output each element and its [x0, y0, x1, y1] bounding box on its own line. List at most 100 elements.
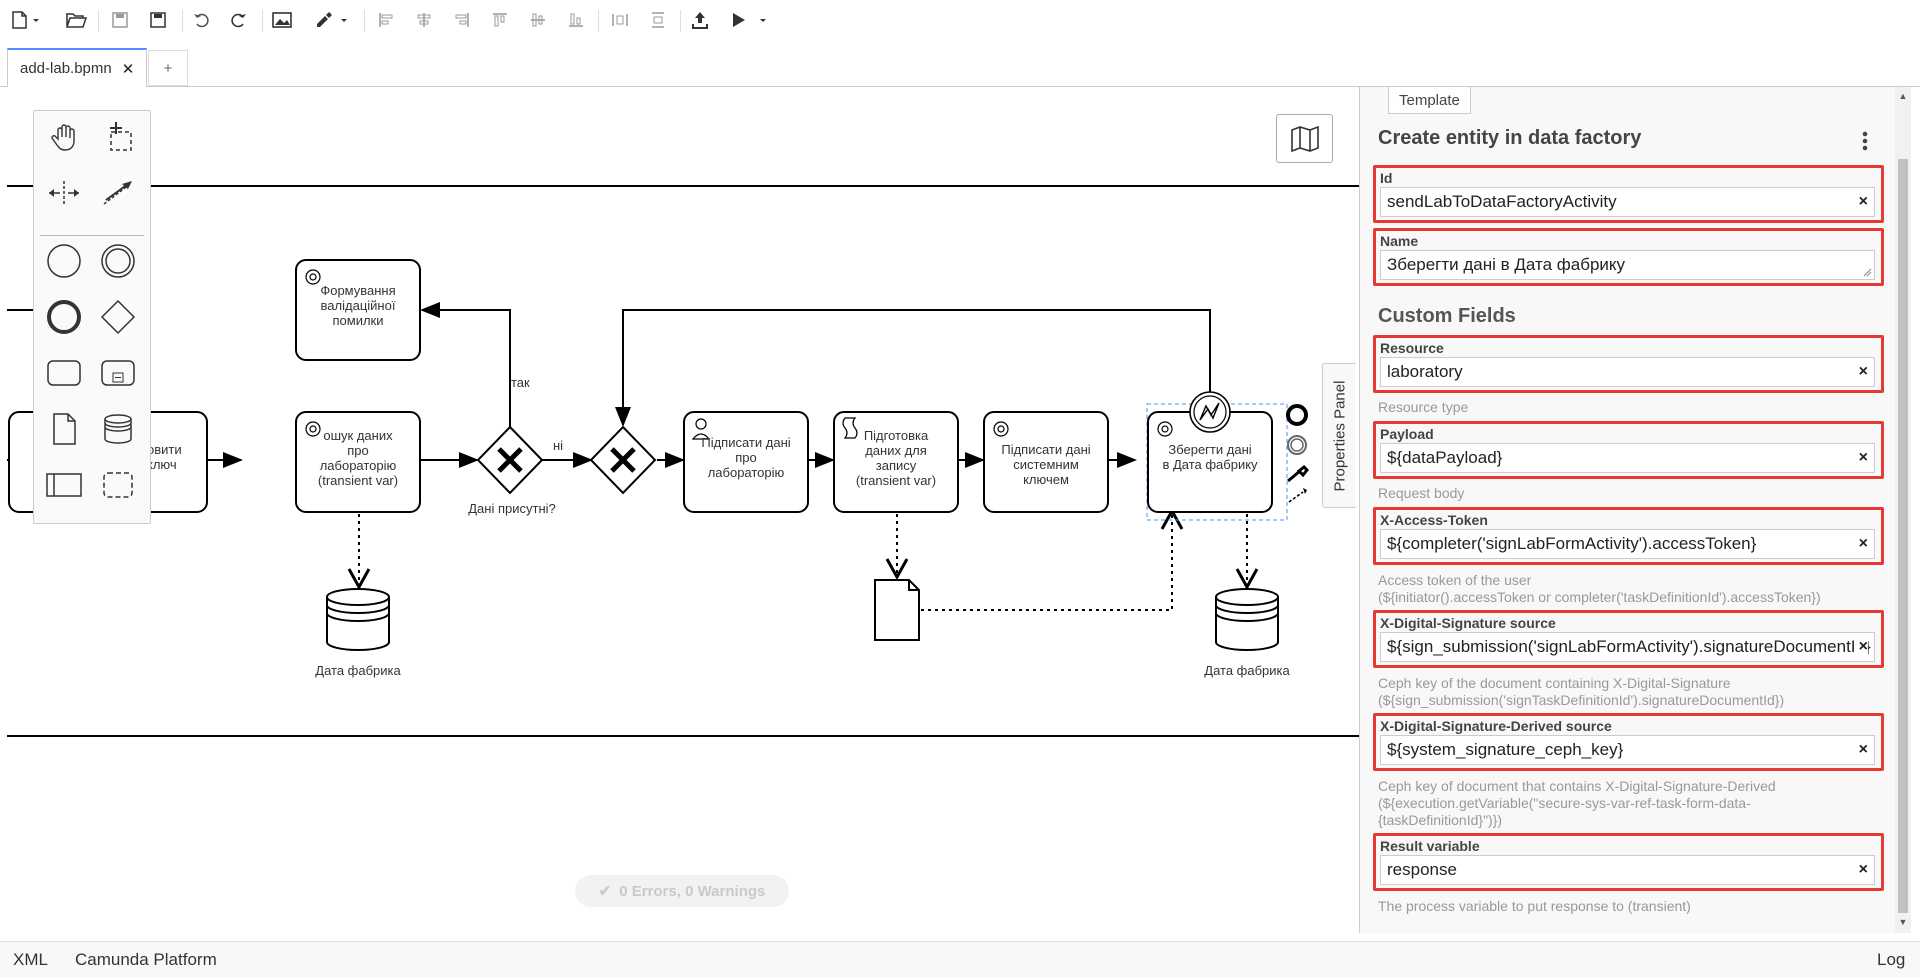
payload-value: ${dataPayload}: [1387, 448, 1503, 467]
task-label-save-data: Зберегти дані в Дата фабрику: [1162, 442, 1258, 472]
task-label-left-cut: овити ключ: [147, 442, 182, 472]
clear-icon[interactable]: ×: [1859, 736, 1868, 764]
tab-template[interactable]: Template: [1388, 87, 1471, 114]
payload-description: Request body: [1378, 485, 1465, 501]
new-file-icon[interactable]: [8, 6, 44, 34]
clear-icon[interactable]: ×: [1859, 530, 1868, 558]
name-label: Name: [1380, 233, 1419, 249]
gateway-icon[interactable]: [98, 297, 138, 337]
linting-status[interactable]: ✔ 0 Errors, 0 Warnings: [575, 875, 789, 907]
clear-icon[interactable]: ×: [1859, 188, 1868, 216]
diagram-svg: [7, 185, 1359, 737]
scrollbar-thumb[interactable]: [1898, 159, 1908, 913]
clear-icon[interactable]: ×: [1859, 358, 1868, 386]
custom-fields-title: Custom Fields: [1378, 305, 1516, 327]
platform-label[interactable]: Camunda Platform: [75, 950, 217, 970]
pool-icon[interactable]: [44, 465, 84, 505]
add-tab-button[interactable]: +: [148, 50, 188, 86]
data-store-icon[interactable]: [98, 409, 138, 449]
access-token-description: Access token of the user (${initiator().…: [1378, 572, 1821, 605]
start-event-icon[interactable]: [44, 241, 84, 281]
toolbar: [0, 0, 1920, 40]
export-image-icon[interactable]: [268, 6, 296, 34]
resize-handle-icon[interactable]: [1863, 268, 1872, 277]
resource-field: Resource laboratory ×: [1373, 335, 1884, 393]
distribute-horizontal-icon[interactable]: [606, 6, 634, 34]
id-field: Id sendLabToDataFactoryActivity ×: [1373, 165, 1884, 223]
payload-input[interactable]: ${dataPayload} ×: [1380, 443, 1875, 473]
xml-button[interactable]: XML: [13, 950, 48, 970]
global-connect-tool-icon[interactable]: [98, 173, 138, 213]
properties-panel-toggle[interactable]: Properties Panel: [1322, 363, 1356, 508]
log-button[interactable]: Log: [1877, 950, 1905, 970]
id-label: Id: [1380, 170, 1393, 186]
intermediate-event-icon[interactable]: [98, 241, 138, 281]
resource-input[interactable]: laboratory ×: [1380, 357, 1875, 387]
save-as-icon[interactable]: [144, 6, 172, 34]
hand-tool-icon[interactable]: [44, 117, 84, 157]
name-textarea[interactable]: Зберегти дані в Дата фабрику: [1380, 250, 1875, 280]
result-variable-field: Result variable response ×: [1373, 833, 1884, 891]
minimap-button[interactable]: [1276, 114, 1333, 163]
map-icon: [1290, 125, 1319, 152]
clear-icon[interactable]: ×: [1854, 633, 1868, 661]
space-tool-icon[interactable]: [44, 173, 84, 213]
id-value: sendLabToDataFactoryActivity: [1387, 192, 1617, 211]
lasso-tool-icon[interactable]: [98, 117, 138, 157]
datastore-label-left: Дата фабрика: [315, 663, 401, 678]
align-bottom-icon[interactable]: [562, 6, 590, 34]
color-brush-icon[interactable]: [312, 6, 352, 34]
align-center-icon[interactable]: [410, 6, 438, 34]
scroll-down-icon[interactable]: ▼: [1898, 917, 1908, 927]
clear-icon[interactable]: ×: [1859, 856, 1868, 884]
open-folder-icon[interactable]: [62, 6, 90, 34]
linting-status-text: 0 Errors, 0 Warnings: [619, 882, 766, 900]
align-right-icon[interactable]: [448, 6, 476, 34]
tab-bar: add-lab.bpmn ✕ +: [0, 48, 1920, 88]
deploy-icon[interactable]: [686, 6, 714, 34]
align-top-icon[interactable]: [486, 6, 514, 34]
save-icon[interactable]: [106, 6, 134, 34]
redo-icon[interactable]: [224, 6, 252, 34]
signature-source-input[interactable]: ${sign_submission('signLabFormActivity')…: [1380, 632, 1875, 662]
task-label-system-sign: Підписати дані системним ключем: [1001, 442, 1091, 487]
end-event-icon[interactable]: [44, 297, 84, 337]
align-left-icon[interactable]: [372, 6, 400, 34]
close-icon[interactable]: ✕: [122, 60, 135, 78]
properties-panel: Template Create entity in data factory I…: [1359, 87, 1897, 933]
gateway-label: Дані присутні?: [468, 501, 556, 516]
check-icon: ✔: [598, 883, 612, 900]
undo-icon[interactable]: [188, 6, 216, 34]
name-value: Зберегти дані в Дата фабрику: [1387, 255, 1626, 274]
task-icon[interactable]: [44, 353, 84, 393]
flow-label-no: ні: [553, 438, 564, 453]
result-variable-input[interactable]: response ×: [1380, 855, 1875, 885]
payload-label: Payload: [1380, 426, 1434, 442]
access-token-input[interactable]: ${completer('signLabFormActivity').acces…: [1380, 529, 1875, 559]
datastore-label-right: Дата фабрика: [1204, 663, 1290, 678]
tab-add-lab-bpmn[interactable]: add-lab.bpmn ✕: [7, 48, 148, 88]
signature-derived-input[interactable]: ${system_signature_ceph_key} ×: [1380, 735, 1875, 765]
access-token-value: ${completer('signLabFormActivity').acces…: [1387, 534, 1757, 553]
more-options-icon[interactable]: [1855, 129, 1875, 153]
bpmn-canvas[interactable]: Формування валідаційної помилки овити кл…: [7, 87, 1359, 933]
id-input[interactable]: sendLabToDataFactoryActivity ×: [1380, 187, 1875, 217]
resource-label: Resource: [1380, 340, 1444, 356]
clear-icon[interactable]: ×: [1859, 444, 1868, 472]
distribute-vertical-icon[interactable]: [644, 6, 672, 34]
align-middle-icon[interactable]: [524, 6, 552, 34]
result-variable-value: response: [1387, 860, 1457, 879]
access-token-field: X-Access-Token ${completer('signLabFormA…: [1373, 507, 1884, 565]
panel-title: Create entity in data factory: [1378, 127, 1642, 149]
result-variable-description: The process variable to put response to …: [1378, 898, 1691, 914]
group-icon[interactable]: [98, 465, 138, 505]
signature-source-description: Ceph key of the document containing X-Di…: [1378, 675, 1785, 708]
signature-source-value: ${sign_submission('signLabFormActivity')…: [1387, 637, 1871, 656]
data-object-icon[interactable]: [44, 409, 84, 449]
signature-source-field: X-Digital-Signature source ${sign_submis…: [1373, 610, 1884, 668]
tool-palette: [33, 110, 151, 524]
scroll-up-icon[interactable]: ▲: [1898, 91, 1908, 101]
start-instance-play-icon[interactable]: [724, 6, 774, 34]
panel-scrollbar[interactable]: ▲ ▼: [1895, 87, 1911, 933]
subprocess-icon[interactable]: [98, 353, 138, 393]
